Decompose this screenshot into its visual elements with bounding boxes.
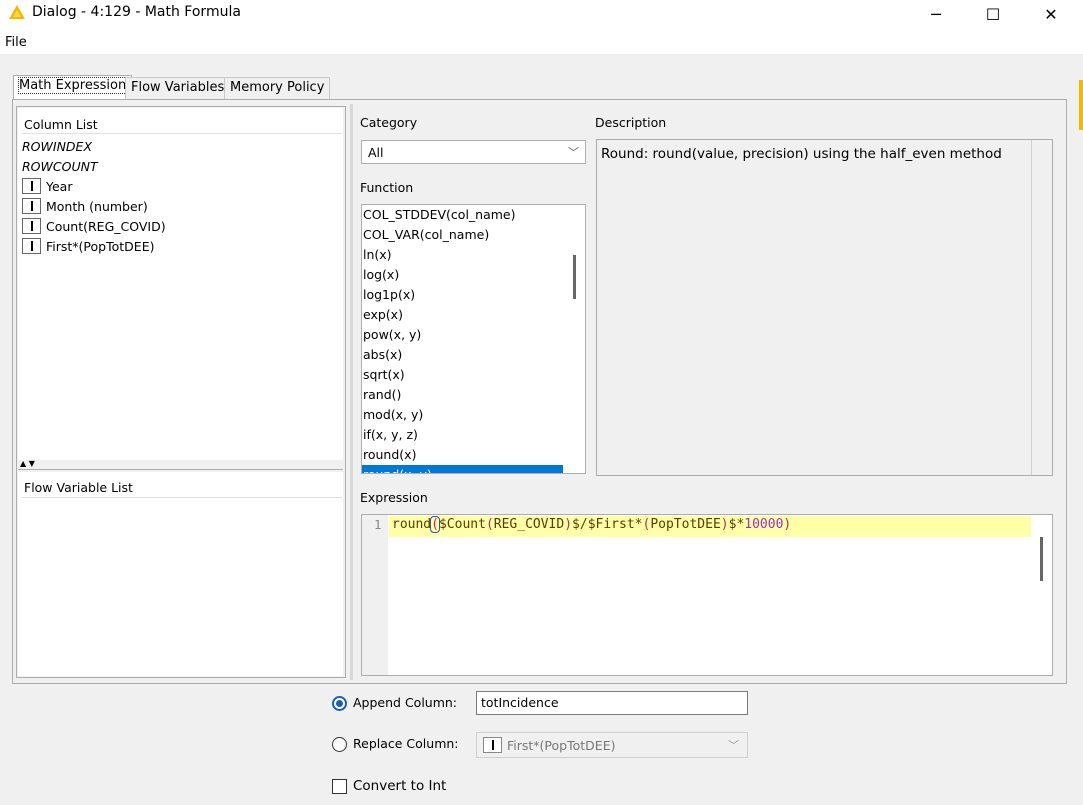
list-item-rowcount[interactable]: ROWCOUNT	[22, 156, 98, 176]
matched-bracket: (	[430, 516, 440, 533]
window-edge-accent	[1079, 80, 1083, 130]
expression-code[interactable]: round($Count(REG_COVID)$/$First*(PopTotD…	[392, 516, 791, 533]
close-button[interactable]: ✕	[1028, 0, 1074, 28]
list-item[interactable]: COL_STDDEV(col_name)	[362, 205, 516, 225]
list-item[interactable]: abs(x)	[362, 345, 402, 365]
replace-column-radio[interactable]	[332, 737, 347, 752]
line-number: 1	[374, 517, 382, 532]
list-item[interactable]: exp(x)	[362, 305, 403, 325]
tab-math-expression[interactable]: Math Expression	[13, 75, 133, 99]
description-label: Description	[595, 115, 667, 130]
list-item-column[interactable]: Year	[22, 176, 72, 196]
menu-bar	[0, 28, 1083, 54]
integer-column-icon	[22, 238, 41, 254]
flow-variable-list-title: Flow Variable List	[24, 480, 133, 495]
integer-column-icon	[22, 198, 41, 214]
line-gutter	[362, 515, 388, 675]
list-item[interactable]: log(x)	[362, 265, 399, 285]
list-item[interactable]: mod(x, y)	[362, 405, 423, 425]
flow-variable-list[interactable]	[18, 472, 343, 676]
list-item-column[interactable]: Count(REG_COVID)	[22, 216, 166, 236]
convert-to-int-label[interactable]: Convert to Int	[353, 778, 446, 794]
minimize-button[interactable]: ─	[913, 0, 959, 28]
replace-column-label[interactable]: Replace Column:	[353, 736, 459, 751]
list-item[interactable]: if(x, y, z)	[362, 425, 418, 445]
list-item-column[interactable]: Month (number)	[22, 196, 148, 216]
list-item[interactable]: log1p(x)	[362, 285, 415, 305]
splitter-handle[interactable]: ▲ ▼	[18, 459, 343, 470]
function-list-scrollbar[interactable]	[573, 255, 576, 299]
menu-file[interactable]: File	[5, 35, 27, 50]
integer-column-icon	[483, 737, 502, 753]
function-label: Function	[360, 180, 414, 195]
expression-label: Expression	[360, 490, 428, 505]
splitter-arrows-icon: ▲ ▼	[20, 459, 35, 468]
list-item-selected[interactable]: round(x, y)	[362, 465, 563, 473]
description-text: Round: round(value, precision) using the…	[601, 146, 1002, 162]
expression-scrollbar[interactable]	[1040, 537, 1043, 581]
list-item[interactable]: COL_VAR(col_name)	[362, 225, 489, 245]
window-title: Dialog - 4:129 - Math Formula	[32, 4, 241, 20]
append-column-input[interactable]: totIncidence	[476, 691, 748, 715]
append-column-radio[interactable]	[332, 696, 347, 711]
knime-logo-icon	[9, 5, 25, 19]
convert-to-int-checkbox[interactable]	[332, 779, 347, 794]
list-item[interactable]: pow(x, y)	[362, 325, 421, 345]
description-scrollbar[interactable]	[1031, 140, 1052, 475]
description-box	[596, 139, 1053, 476]
list-item-rowindex[interactable]: ROWINDEX	[22, 136, 92, 156]
category-select[interactable]: All ﹀	[361, 140, 586, 164]
list-item[interactable]: ln(x)	[362, 245, 392, 265]
list-item-selected-clip: round(x, y)	[362, 465, 563, 473]
close-icon: ✕	[1044, 4, 1058, 24]
list-item[interactable]: rand()	[362, 385, 401, 405]
expression-editor[interactable]	[361, 514, 1053, 676]
divider	[22, 497, 342, 498]
divider	[22, 133, 342, 134]
append-column-label[interactable]: Append Column:	[353, 695, 457, 710]
maximize-icon: ☐	[985, 4, 1001, 24]
column-list-title: Column List	[24, 117, 98, 132]
vertical-splitter[interactable]	[350, 104, 353, 680]
tab-memory-policy[interactable]: Memory Policy	[224, 77, 331, 99]
integer-column-icon	[22, 218, 41, 234]
list-item[interactable]: round(x)	[362, 445, 416, 465]
chevron-down-icon: ﹀	[568, 146, 579, 159]
tab-flow-variables[interactable]: Flow Variables	[125, 77, 231, 99]
category-label: Category	[360, 115, 418, 130]
maximize-button[interactable]: ☐	[970, 0, 1016, 28]
integer-column-icon	[22, 178, 41, 194]
replace-column-select[interactable]: First*(PopTotDEE) ﹀	[476, 732, 748, 758]
minimize-icon: ─	[931, 4, 941, 24]
list-item-column[interactable]: First*(PopTotDEE)	[22, 236, 154, 256]
list-item[interactable]: sqrt(x)	[362, 365, 405, 385]
chevron-down-icon: ﹀	[728, 739, 739, 752]
